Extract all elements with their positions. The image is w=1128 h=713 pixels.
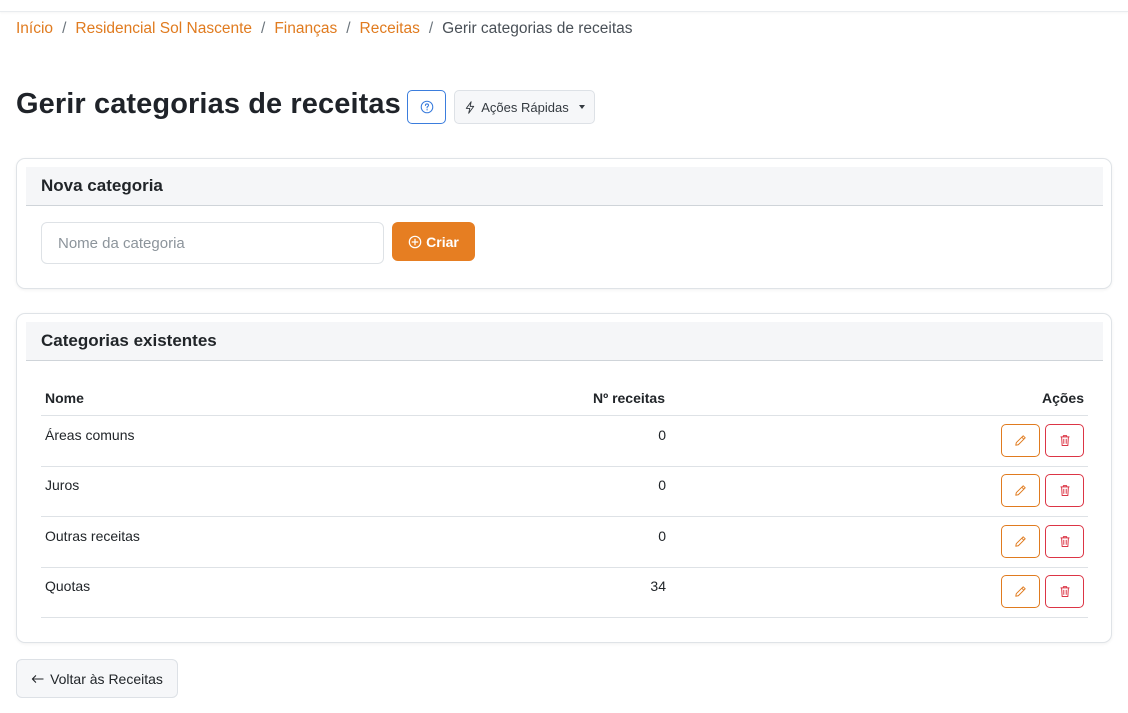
existing-categories-card: Categorias existentes Nome Nº receitas A…: [16, 313, 1112, 643]
column-header-actions: Ações: [1041, 390, 1084, 406]
trash-icon: [1060, 435, 1069, 447]
breadcrumb-link-condominio[interactable]: Residencial Sol Nascente: [75, 20, 252, 38]
edit-button[interactable]: [1001, 575, 1040, 608]
pencil-icon: [1015, 485, 1026, 496]
pencil-icon: [1015, 536, 1026, 547]
pencil-icon: [1015, 586, 1026, 597]
page-title: Gerir categorias de receitas: [16, 88, 401, 120]
delete-button[interactable]: [1045, 575, 1084, 608]
help-button[interactable]: [407, 90, 446, 124]
table-row: Juros 0: [41, 466, 1088, 517]
create-label: Criar: [426, 233, 459, 250]
create-category-button[interactable]: Criar: [392, 222, 475, 261]
trash-icon: [1060, 485, 1069, 497]
breadcrumb-separator: /: [261, 20, 266, 37]
breadcrumb: Início / Residencial Sol Nascente / Fina…: [16, 19, 633, 39]
category-name: Quotas: [45, 578, 91, 594]
category-name: Outras receitas: [45, 528, 140, 544]
category-count: 0: [658, 427, 666, 443]
arrow-left-icon: [31, 674, 44, 683]
table-row: Quotas 34: [41, 567, 1088, 618]
column-header-count: Nº receitas: [592, 390, 665, 406]
category-count: 34: [650, 578, 666, 594]
breadcrumb-separator: /: [62, 20, 67, 37]
category-name-input[interactable]: [41, 222, 384, 264]
breadcrumb-current: Gerir categorias de receitas: [442, 20, 633, 37]
quick-actions-label: Ações Rápidas: [481, 99, 569, 115]
trash-icon: [1060, 586, 1069, 598]
delete-button[interactable]: [1045, 474, 1084, 507]
breadcrumb-separator: /: [346, 20, 351, 37]
top-bar-edge: [0, 0, 1128, 12]
pencil-icon: [1015, 435, 1026, 446]
edit-button[interactable]: [1001, 525, 1040, 558]
table-row: Áreas comuns 0: [41, 416, 1088, 467]
delete-button[interactable]: [1045, 525, 1084, 558]
lightning-icon: [466, 100, 475, 114]
new-category-header: Nova categoria: [26, 167, 1103, 206]
quick-actions-dropdown[interactable]: Ações Rápidas: [454, 90, 595, 124]
existing-categories-header: Categorias existentes: [26, 322, 1103, 361]
edit-button[interactable]: [1001, 474, 1040, 507]
column-header-name: Nome: [45, 390, 84, 406]
back-to-receitas-button[interactable]: Voltar às Receitas: [16, 659, 178, 698]
category-count: 0: [658, 477, 666, 493]
table-row: Outras receitas 0: [41, 517, 1088, 568]
new-category-card: Nova categoria Criar: [16, 158, 1112, 289]
breadcrumb-separator: /: [428, 20, 434, 37]
category-count: 0: [658, 528, 666, 544]
category-name: Juros: [45, 477, 80, 493]
breadcrumb-link-receitas[interactable]: Receitas: [360, 20, 420, 38]
caret-down-icon: [578, 105, 585, 109]
edit-button[interactable]: [1001, 424, 1040, 457]
breadcrumb-link-inicio[interactable]: Início: [16, 20, 53, 38]
back-label: Voltar às Receitas: [50, 670, 163, 687]
category-name: Áreas comuns: [45, 427, 135, 443]
plus-circle-icon: [408, 235, 422, 248]
question-circle-icon: [420, 100, 433, 114]
breadcrumb-link-financas[interactable]: Finanças: [274, 20, 337, 38]
trash-icon: [1060, 536, 1069, 548]
delete-button[interactable]: [1045, 424, 1084, 457]
